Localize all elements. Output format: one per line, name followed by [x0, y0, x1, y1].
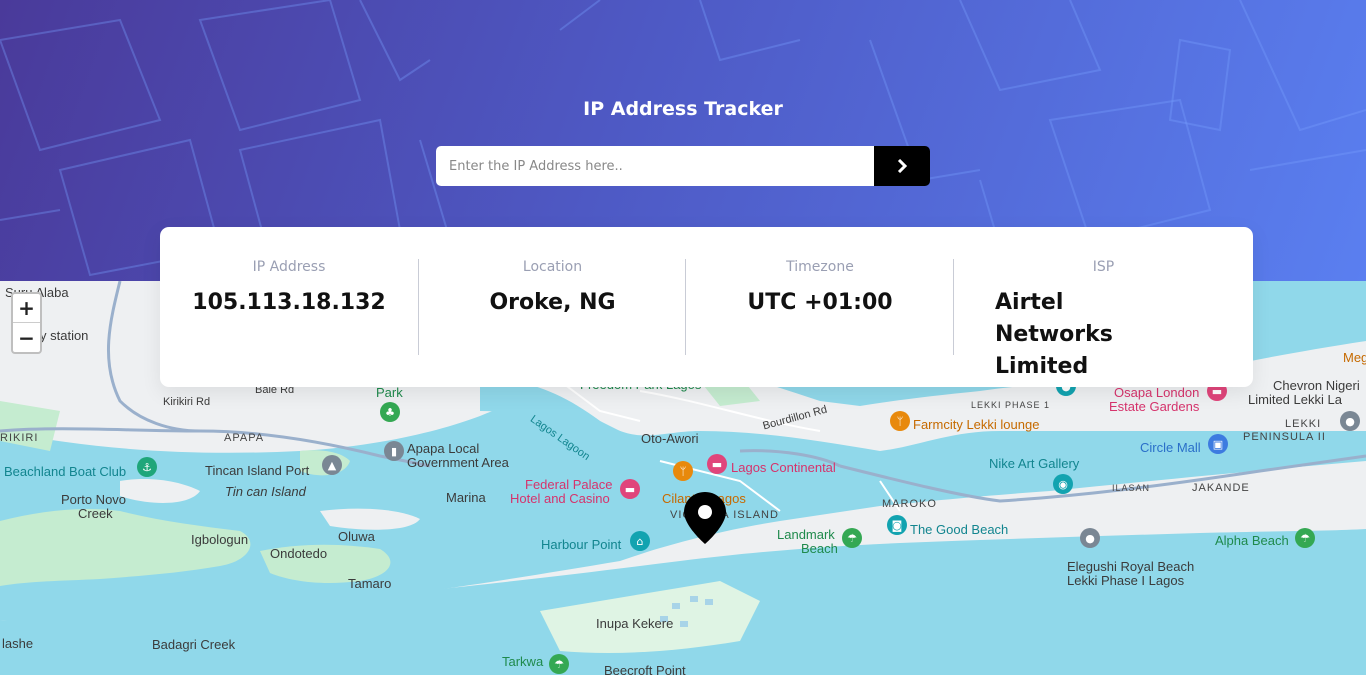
- map-label: Beachland Boat Club: [4, 464, 127, 479]
- zoom-in-button[interactable]: +: [13, 294, 40, 323]
- map-label: RIKIRI: [0, 432, 39, 444]
- search-bar: [436, 146, 930, 186]
- map-label: Beach: [801, 541, 838, 556]
- map-label: Marina: [446, 490, 486, 505]
- map-label: Oto-Awori: [641, 431, 699, 446]
- hotel-poi-icon[interactable]: ▬: [620, 479, 640, 499]
- timezone-value: UTC +01:00: [747, 290, 893, 315]
- zoom-controls: + −: [11, 292, 42, 354]
- map-label: Osapa London: [1114, 385, 1200, 400]
- chevron-right-icon: [897, 159, 908, 173]
- place-poi-icon[interactable]: ●: [1340, 411, 1360, 431]
- isp-value: Airtel Networks Limited: [995, 290, 1113, 379]
- map-label: Inupa Kekere: [596, 616, 674, 631]
- map-label: Government Area: [407, 455, 509, 470]
- map-label: Ondotedo: [270, 546, 328, 561]
- government-poi-icon[interactable]: ▮: [384, 441, 404, 461]
- map-label: Igbologun: [191, 532, 249, 547]
- map-label: y station: [40, 328, 89, 343]
- map-label: Federal Palace: [525, 477, 613, 492]
- map-label: ILASAN: [1112, 483, 1151, 493]
- map-label: JAKANDE: [1192, 482, 1250, 494]
- location-marker-icon[interactable]: [682, 490, 728, 546]
- hotel-poi-icon[interactable]: ▬: [707, 454, 727, 474]
- boat-poi-icon[interactable]: ⚓: [137, 457, 157, 477]
- timezone-label: Timezone: [786, 259, 854, 275]
- ip-address-section: IP Address 105.113.18.132: [160, 259, 418, 357]
- zoom-out-button[interactable]: −: [13, 323, 40, 352]
- map-label: Hotel and Casino: [510, 491, 610, 506]
- map-label: Harbour Point: [541, 537, 622, 552]
- map-label: LEKKI PHASE 1: [971, 400, 1051, 410]
- map-label: Kirikiri Rd: [163, 396, 211, 408]
- page-title: IP Address Tracker: [583, 98, 783, 120]
- restaurant-poi-icon[interactable]: ᛘ: [673, 461, 693, 481]
- map-label: Alpha Beach: [1215, 533, 1289, 548]
- isp-section: ISP Airtel Networks Limited: [954, 259, 1253, 379]
- location-label: Location: [522, 259, 583, 275]
- map-label: Porto Novo: [61, 492, 127, 507]
- map-label: Circle Mall: [1140, 440, 1201, 455]
- isp-label: ISP: [1092, 259, 1115, 275]
- map-label: Chevron Nigeri: [1273, 378, 1360, 393]
- map-label: Landmark: [777, 527, 835, 542]
- ip-address-value: 105.113.18.132: [192, 290, 386, 315]
- map-label: Beecroft Point: [604, 663, 686, 675]
- camera-poi-icon[interactable]: ◙: [887, 515, 907, 535]
- location-section: Location Oroke, NG: [419, 259, 686, 357]
- map-label: Lekki Phase I Lagos: [1067, 573, 1185, 588]
- location-value: Oroke, NG: [489, 290, 616, 315]
- map-label: LEKKI: [1285, 418, 1322, 430]
- ip-address-label: IP Address: [252, 259, 326, 275]
- place-poi-icon[interactable]: ●: [1080, 528, 1100, 548]
- map-label: Tincan Island Port: [205, 463, 310, 478]
- map-label: Tin can Island: [225, 484, 306, 499]
- landmark-poi-icon[interactable]: ⌂: [630, 531, 650, 551]
- map-label: Meg: [1343, 350, 1366, 365]
- beach-poi-icon[interactable]: ☂: [549, 654, 569, 674]
- map-label: MAROKO: [882, 498, 937, 510]
- map-label: Limited Lekki La: [1248, 392, 1342, 407]
- map-label: Oluwa: [338, 529, 375, 544]
- map-label: Apapa Local: [407, 441, 480, 456]
- map-label: Tamaro: [348, 576, 392, 591]
- port-poi-icon[interactable]: ▲: [322, 455, 342, 475]
- map-label: Estate Gardens: [1109, 399, 1200, 414]
- timezone-section: Timezone UTC +01:00: [686, 259, 954, 357]
- beach-poi-icon[interactable]: ☂: [842, 528, 862, 548]
- search-submit-button[interactable]: [874, 146, 930, 186]
- map-label: PENINSULA II: [1243, 431, 1326, 443]
- restaurant-poi-icon[interactable]: ᛘ: [890, 411, 910, 431]
- map-label: Park: [376, 385, 403, 400]
- ip-info-card: IP Address 105.113.18.132 Location Oroke…: [160, 227, 1253, 387]
- map-label: Farmcity Lekki lounge: [913, 417, 1040, 432]
- map-label: Nike Art Gallery: [989, 456, 1080, 471]
- map-label: APAPA: [224, 432, 265, 444]
- shopping-poi-icon[interactable]: ▣: [1208, 434, 1228, 454]
- map-label: lashe: [2, 636, 34, 651]
- beach-poi-icon[interactable]: ☂: [1295, 528, 1315, 548]
- park-poi-icon[interactable]: ♣: [380, 402, 400, 422]
- map-label: Tarkwa: [502, 654, 544, 669]
- map-label: Creek: [78, 506, 113, 521]
- map-label: Elegushi Royal Beach: [1067, 559, 1195, 574]
- gallery-poi-icon[interactable]: ◉: [1053, 474, 1073, 494]
- map-label: Lagos Continental: [731, 460, 836, 475]
- ip-search-input[interactable]: [436, 146, 874, 186]
- map-label: Badagri Creek: [152, 637, 236, 652]
- map-label: The Good Beach: [910, 522, 1009, 537]
